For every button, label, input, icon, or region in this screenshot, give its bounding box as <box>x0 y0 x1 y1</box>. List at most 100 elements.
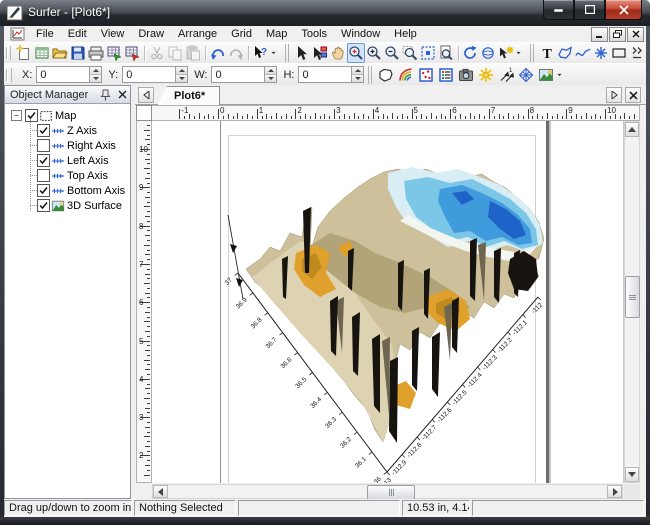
text-tool-button[interactable]: T <box>538 43 556 63</box>
scroll-left-icon[interactable] <box>153 485 168 498</box>
dropdown-button[interactable] <box>515 43 526 63</box>
dropdown-button[interactable] <box>270 43 281 63</box>
visibility-checkbox[interactable] <box>37 169 50 182</box>
menu-item-help[interactable]: Help <box>387 27 424 41</box>
copy-button[interactable] <box>166 43 184 63</box>
spinner[interactable] <box>175 67 187 82</box>
tree-item-top-axis[interactable]: Top Axis <box>5 168 130 183</box>
contour-map-button[interactable] <box>396 65 416 85</box>
tab-scroll-left-icon[interactable] <box>138 87 154 103</box>
menu-item-edit[interactable]: Edit <box>61 27 94 41</box>
spinner[interactable] <box>89 67 101 82</box>
more-chevron-button[interactable] <box>628 43 646 63</box>
scroll-right-icon[interactable] <box>607 485 622 498</box>
new-button[interactable] <box>15 43 33 63</box>
zoom-realtime-button[interactable] <box>347 43 365 63</box>
visibility-checkbox[interactable] <box>25 109 38 122</box>
tree-item-left-axis[interactable]: Left Axis <box>5 153 130 168</box>
grid-editor-button[interactable] <box>105 43 123 63</box>
object-manager-header[interactable]: Object Manager <box>5 86 130 104</box>
classed-post-map-button[interactable] <box>436 65 456 85</box>
rotate-button[interactable] <box>461 43 479 63</box>
redo-button[interactable] <box>227 43 245 63</box>
close-button[interactable] <box>605 0 642 20</box>
pin-icon[interactable] <box>97 87 113 102</box>
wireframe-map-button[interactable] <box>516 65 536 85</box>
cut-button[interactable] <box>148 43 166 63</box>
menu-item-arrange[interactable]: Arrange <box>171 27 224 41</box>
visibility-checkbox[interactable] <box>37 184 50 197</box>
select-arrow-button[interactable] <box>293 43 311 63</box>
title-bar[interactable]: Surfer - [Plot6*] <box>0 0 650 26</box>
undo-button[interactable] <box>209 43 227 63</box>
spinner[interactable] <box>264 67 276 82</box>
tree-item-3d-surface[interactable]: 3D Surface <box>5 198 130 213</box>
zoom-extents-button[interactable] <box>419 43 437 63</box>
zoom-out-button[interactable] <box>383 43 401 63</box>
help-pointer-button[interactable]: ? <box>252 43 270 63</box>
tab-scroll-right-icon[interactable] <box>606 87 622 103</box>
image-map-button[interactable] <box>456 65 476 85</box>
tree-item-right-axis[interactable]: Right Axis <box>5 138 130 153</box>
plot-document-icon[interactable] <box>10 27 25 41</box>
visibility-checkbox[interactable] <box>37 154 50 167</box>
visibility-checkbox[interactable] <box>37 199 50 212</box>
horizontal-scroll-thumb[interactable] <box>367 485 415 500</box>
mdi-close-button[interactable] <box>627 27 644 42</box>
tree-item-bottom-axis[interactable]: Bottom Axis <box>5 183 130 198</box>
block-select-button[interactable] <box>311 43 329 63</box>
menu-item-grid[interactable]: Grid <box>224 27 259 41</box>
zoom-in-button[interactable] <box>365 43 383 63</box>
polygon-tool-button[interactable] <box>556 43 574 63</box>
save-button[interactable] <box>69 43 87 63</box>
pan-hand-button[interactable] <box>329 43 347 63</box>
zoom-page-button[interactable] <box>437 43 455 63</box>
base-map-button[interactable] <box>376 65 396 85</box>
tree-item-z-axis[interactable]: Z Axis <box>5 123 130 138</box>
new-worksheet-button[interactable] <box>33 43 51 63</box>
minimize-button[interactable] <box>543 0 574 20</box>
mdi-minimize-button[interactable] <box>591 27 608 42</box>
surface-map-figure[interactable]: 3736.936.836.736.636.536.436.336.236.136… <box>152 121 623 483</box>
tree-expander-icon[interactable]: − <box>11 110 22 121</box>
open-button[interactable] <box>51 43 69 63</box>
tree-item-map[interactable]: −Map <box>5 108 130 123</box>
menu-item-tools[interactable]: Tools <box>294 27 334 41</box>
shaded-relief-map-button[interactable] <box>476 65 496 85</box>
print-button[interactable] <box>87 43 105 63</box>
polyline-tool-button[interactable] <box>574 43 592 63</box>
tab-plot6[interactable]: Plot6* <box>157 86 220 105</box>
mdi-restore-button[interactable] <box>609 27 626 42</box>
post-map-button[interactable] <box>416 65 436 85</box>
svg-text:?: ? <box>261 47 267 58</box>
spinner[interactable] <box>351 67 363 82</box>
tab-close-icon[interactable] <box>625 87 641 103</box>
vector-map-button[interactable]: 1 <box>496 65 516 85</box>
symbol-tool-button[interactable] <box>592 43 610 63</box>
visibility-checkbox[interactable] <box>37 124 50 137</box>
horizontal-scrollbar[interactable] <box>152 484 623 499</box>
dropdown-button[interactable] <box>556 65 567 85</box>
rectangle-tool-button[interactable] <box>610 43 628 63</box>
drawing-page[interactable]: 3736.936.836.736.636.536.436.336.236.136… <box>152 121 624 483</box>
menu-item-view[interactable]: View <box>94 27 132 41</box>
free-rotate-button[interactable] <box>479 43 497 63</box>
maximize-button[interactable] <box>574 0 605 20</box>
map-frame-icon <box>39 109 53 123</box>
grid-convert-button[interactable] <box>123 43 141 63</box>
scroll-up-icon[interactable] <box>625 122 639 137</box>
menu-bar: FileEditViewDrawArrangeGridMapToolsWindo… <box>4 26 646 43</box>
menu-item-draw[interactable]: Draw <box>131 27 171 41</box>
surface-map-button[interactable] <box>536 65 556 85</box>
vertical-scrollbar[interactable] <box>624 121 640 483</box>
paste-button[interactable] <box>184 43 202 63</box>
panel-close-icon[interactable] <box>114 87 130 102</box>
scroll-down-icon[interactable] <box>625 467 639 482</box>
visibility-checkbox[interactable] <box>37 139 50 152</box>
lighting-button[interactable] <box>497 43 515 63</box>
menu-item-map[interactable]: Map <box>259 27 294 41</box>
zoom-window-button[interactable] <box>401 43 419 63</box>
menu-item-file[interactable]: File <box>29 27 61 41</box>
vertical-scroll-thumb[interactable] <box>625 276 640 318</box>
menu-item-window[interactable]: Window <box>334 27 387 41</box>
